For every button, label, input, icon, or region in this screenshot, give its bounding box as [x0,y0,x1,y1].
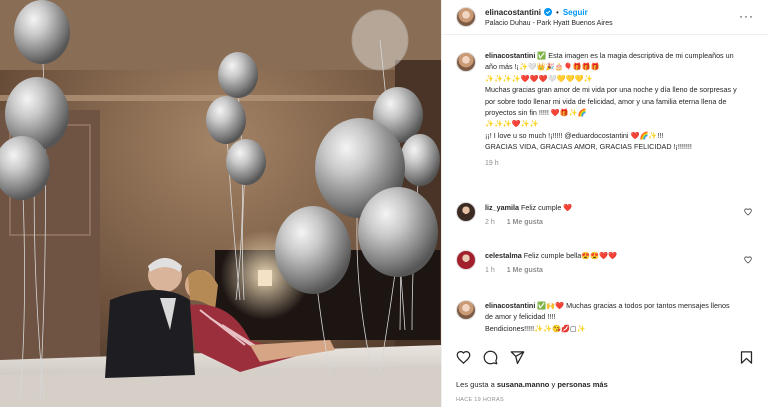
comment-icon[interactable] [483,350,498,365]
avatar[interactable] [456,250,476,270]
comment-text: celestalma Feliz cumple bella😍😍❤️❤️ [485,250,735,261]
likes-summary: Les gusta a susana.manno y personas más [456,380,608,389]
likes-user[interactable]: susana.manno [497,380,550,389]
caption-line-6: GRACIAS VIDA, GRACIAS AMOR, GRACIAS FELI… [485,142,692,152]
caption-text: elinacostantini ✅ Esta imagen es la magi… [485,50,747,169]
caption-line-2: ✨✨✨✨❤️❤️❤️🤍💛💛💛✨ [485,73,593,83]
avatar[interactable] [456,300,476,320]
caption-line-3: Muchas gracias gran amor de mi vida por … [485,85,737,118]
header-separator: • [556,7,559,17]
post-photo[interactable] [0,0,441,407]
comment-heart-icon[interactable] [744,256,752,264]
comments-section: elinacostantini ✅ Esta imagen es la magi… [456,50,754,345]
follow-button[interactable]: Seguir [563,8,588,17]
comment-meta: 2 h 1 Me gusta [485,219,735,226]
likes-others[interactable]: personas más [557,380,607,389]
comment-likes[interactable]: 1 Me gusta [507,267,543,274]
more-options-icon[interactable]: ··· [739,10,754,22]
photo-illustration [0,0,441,407]
comment-likes[interactable]: 1 Me gusta [507,219,543,226]
author-username[interactable]: elinacostantini [485,8,541,17]
header-meta: elinacostantini • Seguir Palacio Duhau -… [485,8,613,27]
comment-body: celestalma Feliz cumple bella😍😍❤️❤️ 1 h … [485,250,735,274]
comment-item: liz_yamila Feliz cumple ❤️ 2 h 1 Me gust… [456,202,754,226]
caption-username[interactable]: elinacostantini [485,51,535,60]
comment-item: celestalma Feliz cumple bella😍😍❤️❤️ 1 h … [456,250,754,274]
caption-line-4: ✨✨✨❤️✨✨ [485,119,539,129]
comment-body: elinacostantini ✅🙌❤️ Muchas gracias a to… [485,300,735,334]
comment-username[interactable]: celestalma [485,251,522,260]
comment-meta: 1 h 1 Me gusta [485,267,735,274]
avatar[interactable] [456,202,476,222]
location-link[interactable]: Palacio Duhau - Park Hyatt Buenos Aires [485,20,613,27]
heart-icon[interactable] [456,350,471,365]
comment-text: liz_yamila Feliz cumple ❤️ [485,202,735,213]
post-side-panel: elinacostantini • Seguir Palacio Duhau -… [441,0,768,407]
caption-time: 19 h [485,159,499,167]
comment-username[interactable]: liz_yamila [485,203,519,212]
comment-body: liz_yamila Feliz cumple ❤️ 2 h 1 Me gust… [485,202,735,226]
bookmark-icon[interactable] [739,350,754,365]
avatar[interactable] [456,7,476,27]
likes-prefix: Les gusta a [456,380,497,389]
caption: elinacostantini ✅ Esta imagen es la magi… [456,50,754,169]
action-bar [456,350,754,368]
post-header: elinacostantini • Seguir Palacio Duhau -… [442,0,768,35]
comment-message-2: Bendiciones!!!!!✨✨😘💋▢✨ [485,323,586,333]
comment-time: 1 h [485,267,495,275]
header-line: elinacostantini • Seguir [485,8,613,17]
paper-plane-icon[interactable] [510,350,525,365]
comment-time: 2 h [485,219,495,227]
comment-username[interactable]: elinacostantini [485,301,535,310]
comment-item: elinacostantini ✅🙌❤️ Muchas gracias a to… [456,300,754,334]
comment-message: Feliz cumple ❤️ [520,203,573,212]
avatar[interactable] [456,52,476,72]
post-container: elinacostantini • Seguir Palacio Duhau -… [0,0,768,407]
post-timestamp: HACE 19 HORAS [456,397,504,403]
verified-badge-icon [544,8,553,16]
comment-heart-icon[interactable] [744,208,752,216]
comment-message: Feliz cumple bella😍😍❤️❤️ [523,251,618,260]
caption-line-5: ¡¡! I love u so much !¡!!!!! @eduardocos… [485,130,664,140]
comment-text: elinacostantini ✅🙌❤️ Muchas gracias a to… [485,300,735,334]
